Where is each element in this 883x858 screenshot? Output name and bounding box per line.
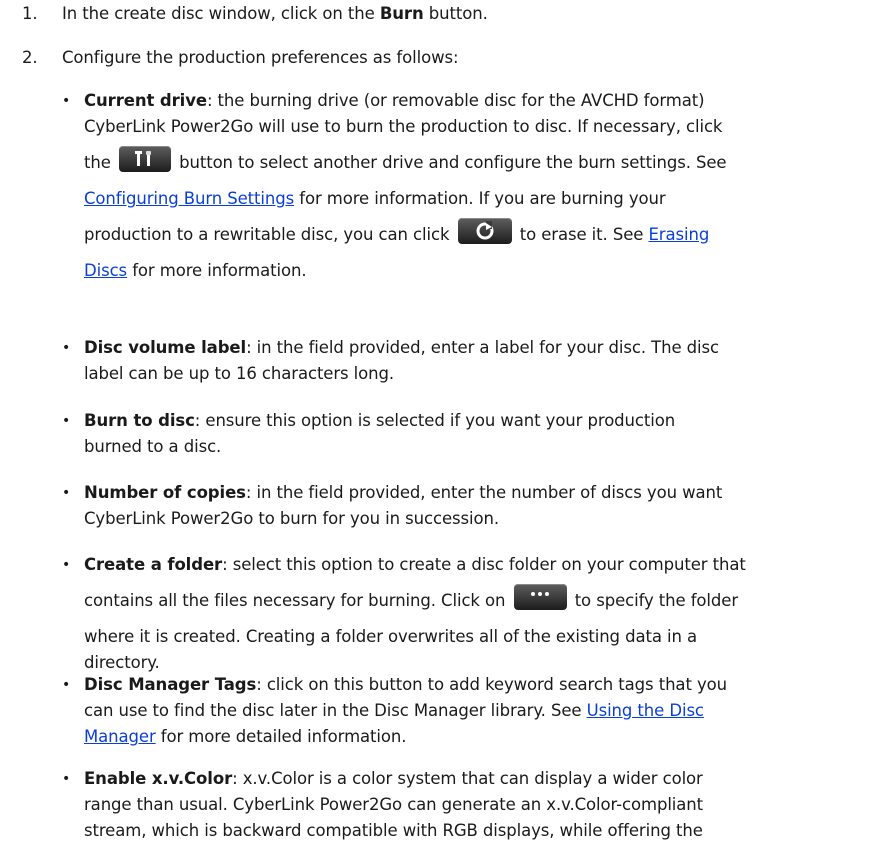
step-text: In the create disc window, click on the [62, 4, 380, 23]
bullet-dot: • [62, 413, 71, 429]
term-volume-label: Disc volume label [84, 338, 247, 357]
erase-icon[interactable] [457, 217, 512, 244]
term-create-folder: Create a folder [84, 555, 223, 574]
term-disc-manager-tags: Disc Manager Tags [84, 675, 257, 694]
desc-text: to erase it. See [519, 225, 644, 244]
desc-text: for more information. If you are burning… [294, 189, 666, 208]
desc-text: : in the field provided, enter a label f… [246, 338, 719, 357]
desc-text: CyberLink Power2Go to burn for you in su… [84, 509, 499, 528]
desc-text: to specify the folder [574, 591, 739, 610]
desc-text: : x.v.Color is a color system that can d… [232, 769, 703, 788]
step-number: 1. [22, 4, 38, 23]
step-1: 1. In the create disc window, click on th… [22, 4, 488, 23]
desc-text: where it is created. Creating a folder o… [84, 627, 697, 646]
desc-text: stream, which is backward compatible wit… [84, 821, 703, 840]
desc-text: directory. [84, 653, 160, 672]
bullet-disc-manager-tags: Disc Manager Tags: click on this button … [84, 672, 844, 750]
bullet-dot: • [62, 771, 71, 787]
step-2: 2. Configure the production preferences a… [22, 48, 459, 67]
desc-text: contains all the files necessary for bur… [84, 591, 506, 610]
bullet-dot: • [62, 485, 71, 501]
desc-text: : in the field provided, enter the numbe… [245, 483, 723, 502]
desc-text: CyberLink Power2Go will use to burn the … [84, 117, 723, 136]
term-copies: Number of copies [84, 483, 246, 502]
configuring-burn-settings-link[interactable]: Configuring Burn Settings [84, 189, 294, 208]
step-text: Configure the production preferences as … [62, 48, 459, 67]
desc-text: the [84, 153, 111, 172]
bullet-dot: • [62, 93, 71, 109]
desc-text: range than usual. CyberLink Power2Go can… [84, 795, 704, 814]
erasing-discs-link-a[interactable]: Erasing [648, 225, 709, 244]
desc-text: : click on this button to add keyword se… [256, 675, 727, 694]
desc-text: : select this option to create a disc fo… [222, 555, 746, 574]
bullet-current-drive: Current drive: the burning drive (or rem… [84, 88, 844, 284]
desc-text: button to select another drive and confi… [179, 153, 727, 172]
desc-text: burned to a disc. [84, 437, 222, 456]
bullet-dot: • [62, 557, 71, 573]
bullet-volume-label: Disc volume label: in the field provided… [84, 335, 844, 387]
term-xvcolor: Enable x.v.Color [84, 769, 233, 788]
desc-text: label can be up to 16 characters long. [84, 364, 395, 383]
tools-icon[interactable] [118, 145, 171, 172]
bullet-create-folder: Create a folder: select this option to c… [84, 552, 844, 676]
desc-text: : ensure this option is selected if you … [194, 411, 676, 430]
bullet-xvcolor: Enable x.v.Color: x.v.Color is a color s… [84, 766, 844, 844]
burn-term: Burn [379, 4, 424, 23]
bullet-dot: • [62, 677, 71, 693]
using-disc-manager-link-b[interactable]: Manager [84, 727, 156, 746]
bullet-burn-to-disc: Burn to disc: ensure this option is sele… [84, 408, 844, 460]
desc-text: for more information. [127, 261, 307, 280]
term-current-drive: Current drive [84, 91, 207, 110]
desc-text: for more detailed information. [155, 727, 407, 746]
bullet-copies: Number of copies: in the field provided,… [84, 480, 844, 532]
erasing-discs-link-b[interactable]: Discs [84, 261, 127, 280]
step-number: 2. [22, 48, 38, 67]
more-icon[interactable] [513, 583, 567, 610]
term-burn-to-disc: Burn to disc [84, 411, 195, 430]
desc-text: can use to find the disc later in the Di… [84, 701, 587, 720]
desc-text: production to a rewritable disc, you can… [84, 225, 450, 244]
using-disc-manager-link-a[interactable]: Using the Disc [587, 701, 704, 720]
bullet-dot: • [62, 340, 71, 356]
desc-text: : the burning drive (or removable disc f… [206, 91, 705, 110]
step-text-end: button. [423, 4, 488, 23]
